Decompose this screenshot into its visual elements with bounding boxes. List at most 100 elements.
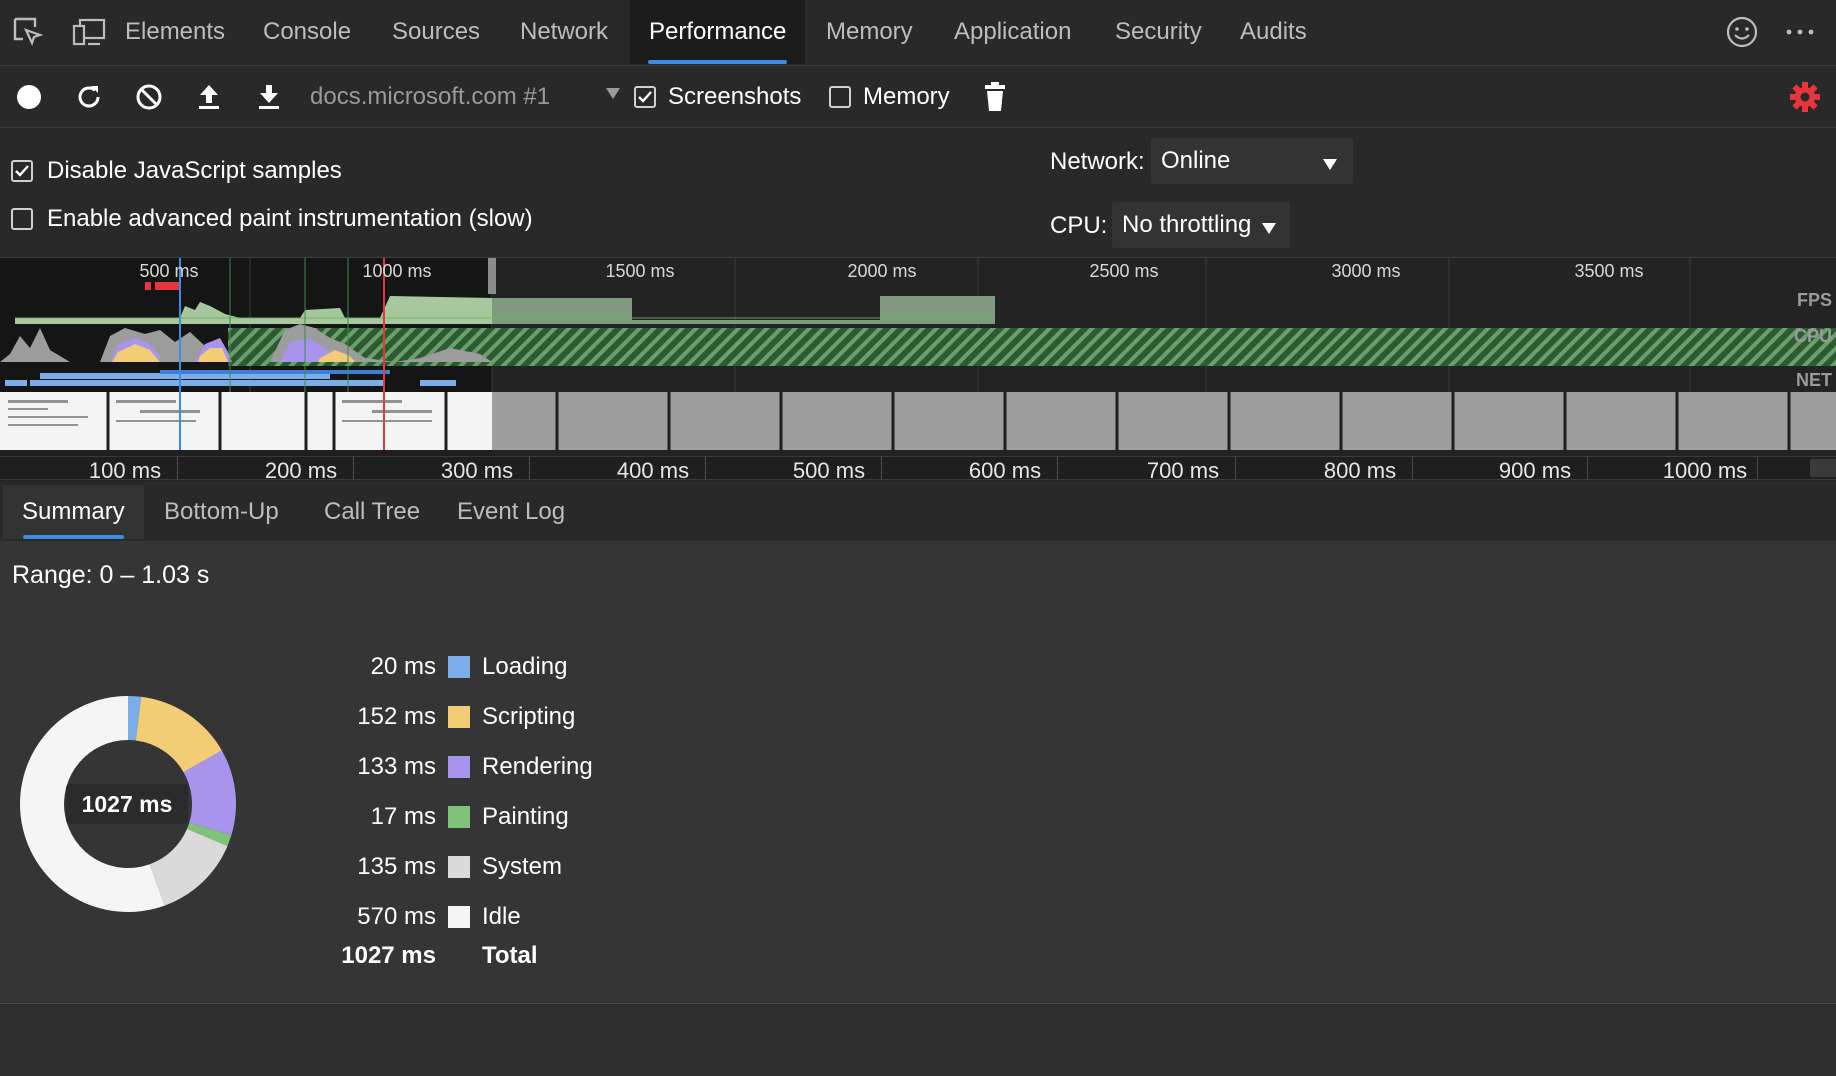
- summary-legend-label: System: [482, 853, 563, 880]
- memory-label: Memory: [863, 83, 950, 110]
- summary-legend-label: Painting: [482, 803, 569, 830]
- summary-legend-value: 20 ms: [370, 653, 436, 680]
- tab-memory[interactable]: Memory: [807, 0, 932, 64]
- performance-toolbar: docs.microsoft.com #1 Screenshots Memory: [0, 66, 1836, 128]
- upload-profile-icon[interactable]: [192, 80, 226, 114]
- disable-js-samples-checkbox[interactable]: Disable JavaScript samples: [11, 157, 342, 185]
- summary-total-value: 1027 ms: [341, 942, 436, 969]
- details-tab-event-log[interactable]: Event Log: [438, 485, 584, 539]
- advanced-paint-checkbox[interactable]: Enable advanced paint instrumentation (s…: [11, 205, 533, 233]
- ruler-tick: [1057, 457, 1058, 479]
- screenshots-checkbox[interactable]: Screenshots: [634, 83, 801, 111]
- flamechart-time-ruler: 100 ms 200 ms 300 ms 400 ms 500 ms 600 ms 700 …: [0, 456, 1836, 483]
- tab-network[interactable]: Network: [501, 0, 627, 64]
- summary-range: Range: 0 – 1.03 s: [12, 561, 210, 589]
- overview-ruler-label: 3000 ms: [1331, 261, 1401, 281]
- chevron-down-icon: [1260, 216, 1278, 244]
- summary-legend-value: 135 ms: [357, 853, 436, 880]
- tab-application[interactable]: Application: [935, 0, 1090, 64]
- cpu-throttling-label: CPU:: [1050, 212, 1108, 239]
- ruler-tick: [1412, 457, 1413, 479]
- memory-checkbox[interactable]: Memory: [829, 83, 950, 111]
- legend-color-swatch: [448, 906, 470, 928]
- legend-color-swatch: [448, 856, 470, 878]
- tab-console[interactable]: Console: [244, 0, 370, 64]
- ruler-tick: [1235, 457, 1236, 479]
- profile-select[interactable]: docs.microsoft.com #1: [310, 76, 622, 118]
- overview-ruler-label: 2500 ms: [1089, 261, 1159, 281]
- timeline-overview[interactable]: FPS CPU NET 500 ms 1000 ms 1500 ms 2000 ms 2…: [0, 258, 1836, 480]
- net-lane-label: NET: [1796, 370, 1832, 390]
- device-toolbar-icon[interactable]: [68, 12, 110, 52]
- details-tab-bottom-up[interactable]: Bottom-Up: [145, 485, 298, 539]
- summary-total-label: Total: [482, 942, 538, 969]
- summary-legend-label: Scripting: [482, 703, 576, 730]
- overview-ruler-label: 1500 ms: [605, 261, 675, 281]
- overview-ruler-label: 500 ms: [139, 261, 199, 281]
- legend-color-swatch: [448, 656, 470, 678]
- ruler-tick: [705, 457, 706, 479]
- tab-sources[interactable]: Sources: [373, 0, 499, 64]
- network-throttling-value: Online: [1161, 147, 1231, 174]
- summary-legend-row-painting: 17 ms Painting: [300, 799, 569, 835]
- summary-legend-row-scripting: 152 ms Scripting: [300, 699, 575, 735]
- status-footer: [0, 1004, 1836, 1076]
- record-icon[interactable]: [12, 80, 46, 114]
- overview-ruler-label: 1000 ms: [362, 261, 432, 281]
- network-throttling-label: Network:: [1050, 148, 1145, 175]
- clear-icon[interactable]: [132, 80, 166, 114]
- summary-legend-value: 570 ms: [357, 903, 436, 930]
- details-tab-bar: Summary Bottom-Up Call Tree Event Log: [0, 481, 1836, 541]
- summary-legend-value: 17 ms: [370, 803, 436, 830]
- reload-record-icon[interactable]: [72, 80, 106, 114]
- fps-lane-label: FPS: [1796, 290, 1832, 310]
- more-options-icon[interactable]: [1782, 14, 1818, 50]
- checkbox-unchecked-icon: [11, 208, 33, 230]
- feedback-smiley-icon[interactable]: [1724, 14, 1760, 50]
- ruler-tick: [881, 457, 882, 479]
- summary-legend-row-idle: 570 ms Idle: [300, 899, 521, 935]
- ruler-tick: [529, 457, 530, 479]
- donut-total-label: 1027 ms: [66, 784, 188, 824]
- network-throttling-select[interactable]: Online: [1151, 138, 1353, 184]
- tab-audits[interactable]: Audits: [1221, 0, 1326, 64]
- summary-legend-row-loading: 20 ms Loading: [300, 649, 568, 685]
- cpu-throttling-value: No throttling: [1122, 211, 1252, 238]
- summary-total-row: 1027 ms Total: [300, 938, 538, 974]
- screenshots-label: Screenshots: [668, 83, 802, 110]
- cpu-throttling-select[interactable]: No throttling: [1112, 202, 1290, 248]
- checkbox-unchecked-icon: [829, 86, 851, 108]
- chevron-down-icon: [1321, 152, 1339, 180]
- capture-settings-gear-icon[interactable]: [1788, 80, 1822, 114]
- tab-elements[interactable]: Elements: [106, 0, 244, 64]
- disable-js-samples-label: Disable JavaScript samples: [47, 157, 342, 184]
- summary-legend-label: Loading: [482, 653, 568, 680]
- checkbox-checked-icon: [11, 160, 33, 182]
- capture-settings-panel: Disable JavaScript samples Enable advanc…: [0, 128, 1836, 258]
- summary-legend-row-system: 135 ms System: [300, 849, 562, 885]
- summary-legend-value: 133 ms: [357, 753, 436, 780]
- legend-color-swatch: [448, 806, 470, 828]
- inspect-element-icon[interactable]: [8, 12, 48, 52]
- summary-legend-value: 152 ms: [357, 703, 436, 730]
- details-tab-summary[interactable]: Summary: [3, 485, 144, 539]
- advanced-paint-label: Enable advanced paint instrumentation (s…: [47, 205, 533, 232]
- profile-select-value: docs.microsoft.com #1: [310, 83, 551, 110]
- tab-performance[interactable]: Performance: [630, 0, 806, 64]
- garbage-collect-icon[interactable]: [978, 80, 1012, 114]
- summary-legend-label: Rendering: [482, 753, 593, 780]
- download-profile-icon[interactable]: [252, 80, 286, 114]
- summary-panel: Range: 0 – 1.03 s 1027 ms 1027 ms Total …: [0, 541, 1836, 1004]
- summary-legend-label: Idle: [482, 903, 521, 930]
- ruler-tick: [177, 457, 178, 479]
- legend-color-swatch: [448, 706, 470, 728]
- tab-security[interactable]: Security: [1096, 0, 1221, 64]
- details-tab-call-tree[interactable]: Call Tree: [305, 485, 439, 539]
- overview-ruler-label: 3500 ms: [1574, 261, 1644, 281]
- cpu-lane-label: CPU: [1793, 326, 1832, 346]
- ruler-scroll-thumb[interactable]: [1810, 459, 1836, 477]
- chevron-down-icon: [604, 84, 622, 107]
- legend-color-swatch: [448, 756, 470, 778]
- ruler-tick: [353, 457, 354, 479]
- checkbox-checked-icon: [634, 86, 656, 108]
